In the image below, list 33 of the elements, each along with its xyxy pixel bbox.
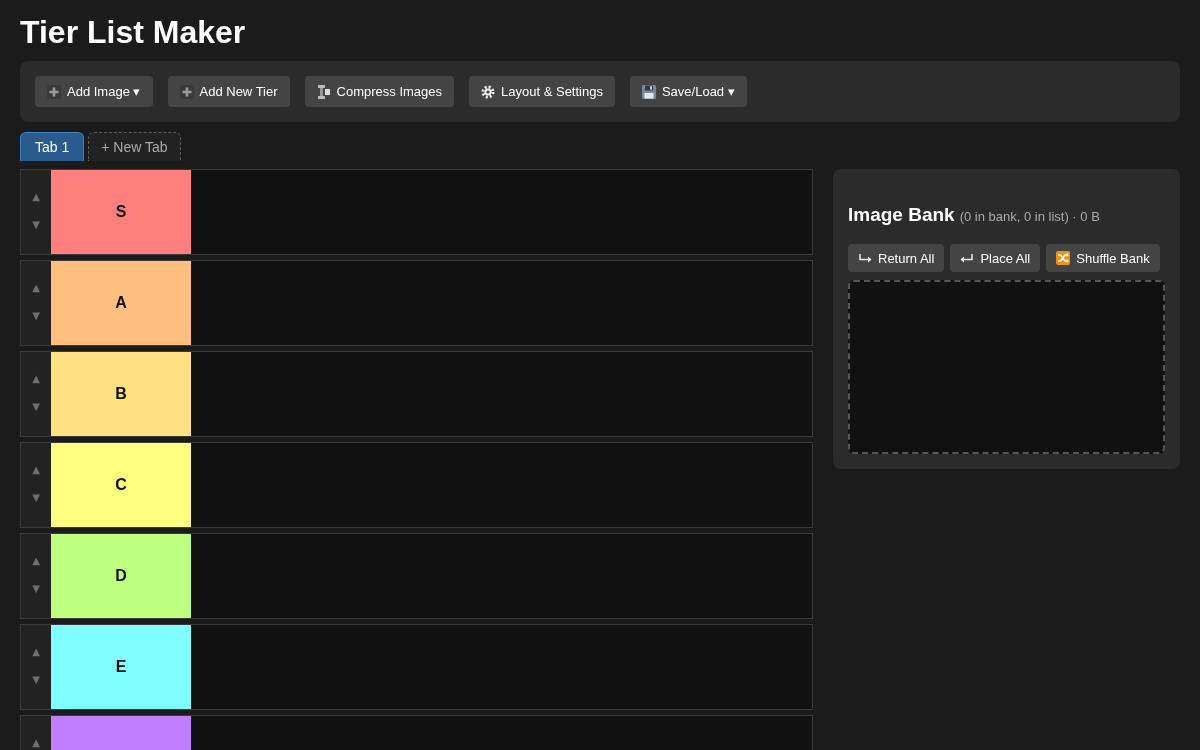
tier-drop-area[interactable] bbox=[191, 443, 812, 527]
tier-drop-area[interactable] bbox=[191, 352, 812, 436]
tier-label[interactable]: B bbox=[51, 352, 191, 436]
tier-drop-area[interactable] bbox=[191, 534, 812, 618]
image-bank-title: Image Bank bbox=[848, 204, 955, 226]
bank-button[interactable]: Shuffle Bank bbox=[1046, 244, 1160, 272]
bank-drop-zone[interactable] bbox=[848, 280, 1165, 454]
tier-label[interactable]: S bbox=[51, 170, 191, 254]
tier-drop-area[interactable] bbox=[191, 625, 812, 709]
tier-drop-area[interactable] bbox=[191, 261, 812, 345]
gear-icon bbox=[481, 84, 496, 99]
bank-button[interactable]: Place All bbox=[950, 244, 1041, 272]
shuffle-icon bbox=[1056, 251, 1071, 265]
app-title: Tier List Maker bbox=[20, 13, 246, 51]
tier-label[interactable]: E bbox=[51, 625, 191, 709]
hook-arrow-left-icon bbox=[960, 253, 975, 263]
tier-label[interactable]: A bbox=[51, 261, 191, 345]
plus-icon bbox=[179, 84, 194, 99]
toolbar-button[interactable]: Compress Images bbox=[304, 76, 455, 107]
hook-arrow-right-icon bbox=[858, 253, 872, 263]
toolbar-button[interactable]: Layout & Settings bbox=[469, 76, 615, 107]
tier-label[interactable]: C bbox=[51, 443, 191, 527]
new-tab-button[interactable]: + New Tab bbox=[88, 132, 181, 161]
toolbar-button[interactable]: Add New Tier bbox=[167, 76, 290, 107]
image-bank-stats: (0 in bank, 0 in list) · 0 B bbox=[959, 209, 1100, 224]
toolbar-button[interactable]: Add Image ▾ bbox=[35, 76, 153, 107]
clamp-icon bbox=[316, 84, 331, 99]
plus-icon bbox=[47, 84, 61, 99]
bank-button[interactable]: Return All bbox=[848, 244, 945, 272]
tier-label[interactable]: D bbox=[51, 534, 191, 618]
tier-drop-area[interactable] bbox=[191, 170, 812, 254]
toolbar-button[interactable]: Save/Load ▾ bbox=[629, 76, 747, 107]
tab[interactable]: Tab 1 bbox=[20, 132, 85, 161]
